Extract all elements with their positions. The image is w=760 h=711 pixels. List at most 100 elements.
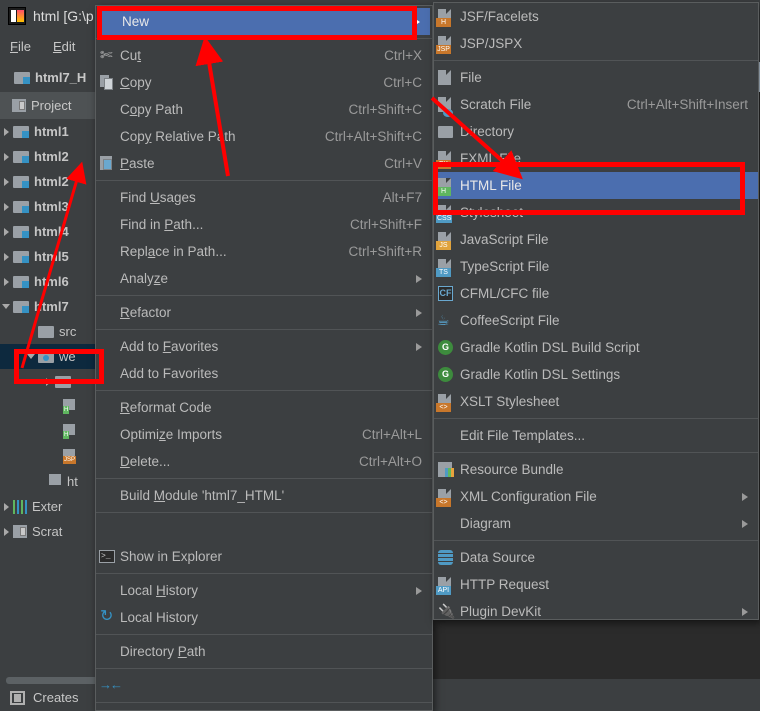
tree-item-label: html2 — [34, 149, 69, 164]
submenu-item-file[interactable]: File — [434, 64, 758, 91]
menu-item-add-to-favorites[interactable]: Add to Favorites — [96, 333, 432, 360]
tree-item-html2a[interactable]: html2 — [0, 144, 108, 169]
submenu-item-coffeescript-file[interactable]: ☕ CoffeeScript File — [434, 307, 758, 334]
chevron-right-icon[interactable] — [0, 244, 13, 269]
submenu-item-label: Stylesheet — [460, 205, 524, 220]
menu-item-find-usages[interactable]: Find Usages Alt+F7 — [96, 184, 432, 211]
submenu-item-xml-configuration-file[interactable]: <> XML Configuration File — [434, 483, 758, 510]
submenu-item-jsp-jspx[interactable]: JSP JSP/JSPX — [434, 30, 758, 57]
tree-item-scratches[interactable]: Scrat — [0, 519, 108, 544]
menu-item-refactor[interactable]: Refactor — [96, 299, 432, 326]
tree-item-iml-file[interactable]: ht — [0, 469, 108, 494]
submenu-item-resource-bundle[interactable]: Resource Bundle — [434, 456, 758, 483]
tree-item-src[interactable]: src — [0, 319, 108, 344]
menu-item-replace-in-path[interactable]: Replace in Path... Ctrl+Shift+R — [96, 238, 432, 265]
tree-item-html6[interactable]: html6 — [0, 269, 108, 294]
submenu-item-http-request[interactable]: API HTTP Request — [434, 571, 758, 598]
chevron-down-icon[interactable] — [25, 344, 38, 369]
menu-item-open-in-terminal[interactable]: >_ Show in Explorer — [96, 543, 432, 570]
xml-file-icon: <> — [434, 483, 458, 510]
tree-item-html4[interactable]: html4 — [0, 219, 108, 244]
chevron-right-icon[interactable] — [0, 494, 13, 519]
none-icon — [96, 96, 120, 123]
submenu-item-label: CoffeeScript File — [460, 313, 560, 328]
tree-item-html3[interactable]: html3 — [0, 194, 108, 219]
submenu-item-edit-file-templates[interactable]: Edit File Templates... — [434, 422, 758, 449]
menu-item-copy-relative-path[interactable]: Copy Relative Path Ctrl+Alt+Shift+C — [96, 123, 432, 150]
html-file-icon: H — [62, 399, 76, 414]
tree-item-external-libraries[interactable]: Exter — [0, 494, 108, 519]
tree-item-label: src — [59, 324, 77, 339]
submenu-item-jsf-facelets[interactable]: H JSF/Facelets — [434, 3, 758, 30]
submenu-item-cfml-cfc-file[interactable]: CF CFML/CFC file — [434, 280, 758, 307]
tree-item-jsp-file[interactable]: JSP — [0, 444, 108, 469]
tree-item-web[interactable]: we — [0, 344, 108, 369]
submenu-item-diagram[interactable]: Diagram — [434, 510, 758, 537]
menu-item-new[interactable]: New — [98, 8, 430, 35]
menu-item-accelerator: Ctrl+C — [383, 75, 422, 90]
submenu-item-directory[interactable]: Directory — [434, 118, 758, 145]
submenu-item-label: XSLT Stylesheet — [460, 394, 560, 409]
menu-item-compare-with[interactable]: →← — [96, 672, 432, 699]
menu-item-build-module[interactable]: Build Module 'html7_HTML' — [96, 482, 432, 509]
menu-item-show-image-thumbnails[interactable]: Add to Favorites — [96, 360, 432, 387]
chevron-right-icon[interactable] — [0, 269, 13, 294]
menu-item-synchronize-web[interactable]: ↻ Local History — [96, 604, 432, 631]
tree-item-html5[interactable]: html5 — [0, 244, 108, 269]
menu-item-find-in-path[interactable]: Find in Path... Ctrl+Shift+F — [96, 211, 432, 238]
menu-item-directory-path[interactable]: Directory Path — [96, 638, 432, 665]
chevron-right-icon[interactable] — [42, 369, 55, 394]
chevron-right-icon[interactable] — [0, 519, 13, 544]
tree-item-html1[interactable]: html1 — [0, 119, 108, 144]
sidebar-tab-project[interactable]: Project — [0, 92, 108, 119]
menu-item-label: New — [122, 14, 150, 29]
menu-item-reformat-code[interactable]: Reformat Code — [96, 394, 432, 421]
new-file-submenu[interactable]: H JSF/Facelets JSP JSP/JSPX File Scratch… — [433, 2, 759, 620]
project-tree[interactable]: html1 html2 html2 html3 html4 html5 html… — [0, 119, 108, 679]
file-badge: <> — [436, 403, 451, 412]
submenu-item-data-source[interactable]: Data Source — [434, 544, 758, 571]
menubar-item-edit[interactable]: Edit — [53, 39, 75, 54]
submenu-item-gradle-kotlin-build-script[interactable]: G Gradle Kotlin DSL Build Script — [434, 334, 758, 361]
menubar-item-file[interactable]: File — [10, 39, 31, 54]
submenu-item-plugin-devkit[interactable]: 🔌 Plugin DevKit — [434, 598, 758, 619]
submenu-item-javascript-file[interactable]: JS JavaScript File — [434, 226, 758, 253]
tree-item-html-file-a[interactable]: H — [0, 394, 108, 419]
tree-item-html-file-b[interactable]: H — [0, 419, 108, 444]
menu-item-cut[interactable]: ✄ Cut Ctrl+X — [96, 42, 432, 69]
chevron-right-icon — [406, 8, 420, 35]
menu-item-paste[interactable]: Paste Ctrl+V — [96, 150, 432, 177]
menu-item-optimize-imports[interactable]: Optimize Imports Ctrl+Alt+L — [96, 421, 432, 448]
menu-item-copy-path[interactable]: Copy Path Ctrl+Shift+C — [96, 96, 432, 123]
chevron-down-icon[interactable] — [0, 294, 13, 319]
submenu-item-fxml-file[interactable]: FX FXML File — [434, 145, 758, 172]
submenu-item-xslt-stylesheet[interactable]: <> XSLT Stylesheet — [434, 388, 758, 415]
submenu-item-typescript-file[interactable]: TS TypeScript File — [434, 253, 758, 280]
submenu-item-scratch-file[interactable]: Scratch File Ctrl+Alt+Shift+Insert — [434, 91, 758, 118]
tree-item-html2b[interactable]: html2 — [0, 169, 108, 194]
menu-item-copy[interactable]: Copy Ctrl+C — [96, 69, 432, 96]
menu-item-local-history[interactable]: Local History — [96, 577, 432, 604]
menu-item-show-in-explorer[interactable] — [96, 516, 432, 543]
file-badge: JSP — [63, 456, 77, 464]
tree-item-html7[interactable]: html7 — [0, 294, 108, 319]
chevron-right-icon[interactable] — [0, 119, 13, 144]
submenu-item-stylesheet[interactable]: CSS Stylesheet — [434, 199, 758, 226]
none-icon — [96, 448, 120, 475]
chevron-right-icon[interactable] — [0, 194, 13, 219]
gradle-icon: G — [434, 334, 458, 361]
chevron-right-icon[interactable] — [0, 144, 13, 169]
menu-item-delete[interactable]: Delete... Ctrl+Alt+O — [96, 448, 432, 475]
submenu-item-gradle-kotlin-settings[interactable]: G Gradle Kotlin DSL Settings — [434, 361, 758, 388]
project-view-context-menu[interactable]: New ✄ Cut Ctrl+X Copy Ctrl+C Copy Path C… — [95, 5, 433, 711]
menu-item-load-unload-modules[interactable] — [96, 706, 432, 710]
module-folder-icon — [13, 150, 29, 163]
chevron-right-icon[interactable] — [0, 169, 13, 194]
chevron-right-icon[interactable] — [0, 219, 13, 244]
plain-file-icon — [434, 64, 458, 91]
tree-item-subfolder[interactable] — [0, 369, 108, 394]
submenu-item-html-file[interactable]: H HTML File — [434, 172, 758, 199]
sidebar-horizontal-scrollbar[interactable] — [6, 677, 102, 684]
none-icon — [96, 577, 120, 604]
menu-item-analyze[interactable]: Analyze — [96, 265, 432, 292]
